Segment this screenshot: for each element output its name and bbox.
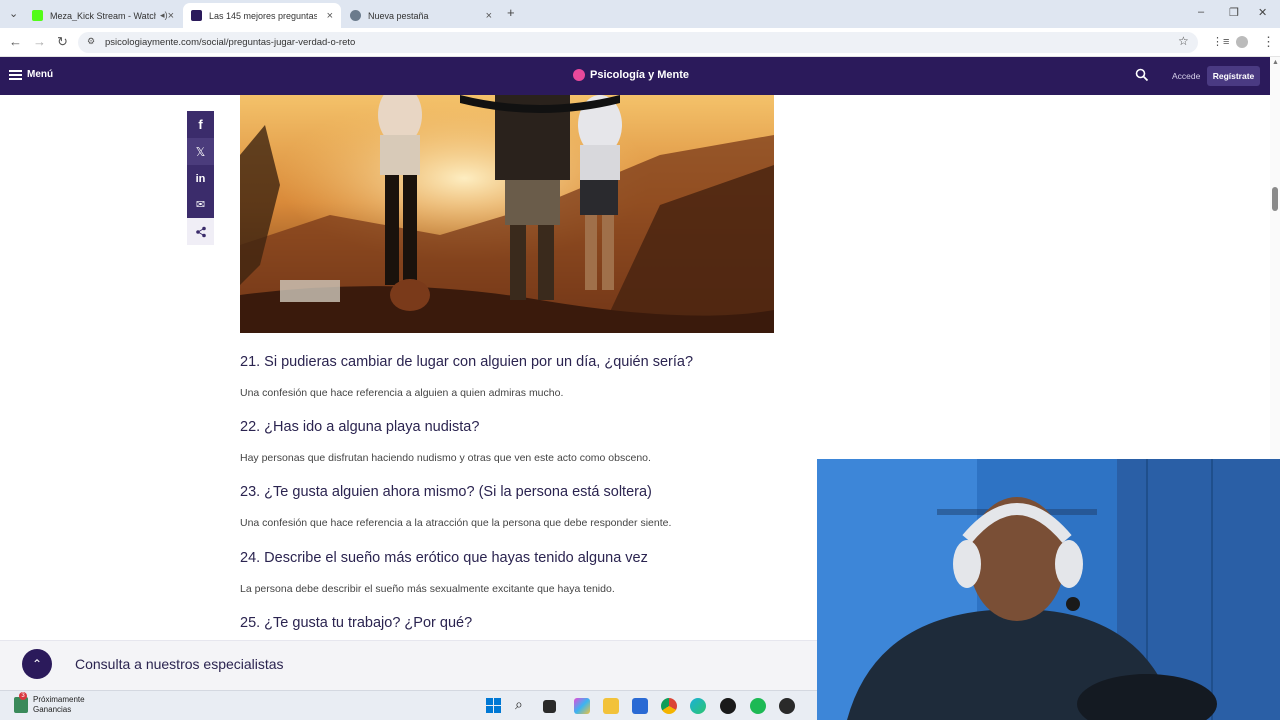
profile-avatar-icon[interactable] (1236, 36, 1248, 48)
spotify-icon[interactable] (750, 698, 766, 714)
close-window-icon[interactable]: ✕ (1258, 6, 1267, 19)
reload-icon[interactable]: ↻ (57, 34, 68, 50)
linkedin-icon: in (195, 172, 206, 185)
edge-icon[interactable] (690, 698, 706, 714)
close-tab-icon[interactable]: × (327, 10, 333, 22)
widget-subtitle: Ganancias (33, 705, 72, 714)
app-icon[interactable] (779, 698, 795, 714)
widget-info[interactable]: Próximamente Ganancias (33, 695, 85, 715)
widget-badge: 3 (19, 692, 27, 700)
address-toolbar: ← → ↻ ⚙ psicologiaymente.com/social/preg… (0, 28, 1280, 57)
browser-menu-icon[interactable]: ⋮ (1262, 34, 1275, 50)
tab-psicologia[interactable]: Las 145 mejores preguntas pa × (183, 3, 341, 28)
site-info-icon[interactable]: ⚙ (87, 36, 95, 47)
consult-expand-button[interactable]: ⌃ (22, 649, 52, 679)
scroll-up-icon[interactable]: ▲ (1272, 59, 1279, 66)
question-heading-25: 25. ¿Te gusta tu trabajo? ¿Por qué? (240, 615, 473, 631)
windows-start-icon[interactable] (486, 698, 501, 713)
url-bar[interactable]: ⚙ psicologiaymente.com/social/preguntas-… (78, 32, 1198, 53)
question-heading-23: 23. ¿Te gusta alguien ahora mismo? (Si l… (240, 484, 652, 500)
site-logo[interactable]: Psicología y Mente (573, 69, 689, 81)
question-heading-24: 24. Describe el sueño más erótico que ha… (240, 550, 648, 566)
question-body-22: Hay personas que disfrutan haciendo nudi… (240, 452, 651, 464)
site-header: Menú Psicología y Mente Accede Regístrat… (0, 57, 1270, 95)
consult-sticky-bar: ⌃ Consulta a nuestros especialistas (0, 640, 818, 690)
tab-label: Meza_Kick Stream - Watch (50, 10, 157, 21)
scroll-thumb[interactable] (1272, 187, 1278, 211)
windows-taskbar: 3 Próximamente Ganancias ⌕ (0, 690, 817, 720)
forward-arrow-icon[interactable]: → (33, 34, 46, 49)
login-link[interactable]: Accede (1172, 71, 1200, 81)
new-tab-favicon-icon (350, 10, 361, 21)
chevron-up-icon: ⌃ (31, 657, 43, 671)
brand-name: Psicología y Mente (590, 69, 690, 81)
close-tab-icon[interactable]: × (168, 10, 174, 22)
register-button[interactable]: Regístrate (1207, 66, 1260, 86)
question-body-21: Una confesión que hace referencia a algu… (240, 387, 564, 399)
question-heading-21: 21. Si pudieras cambiar de lugar con alg… (240, 354, 694, 370)
tab-kick-stream[interactable]: Meza_Kick Stream - Watch ◂) × (24, 3, 182, 28)
task-view-icon[interactable] (543, 700, 556, 713)
share-more-button[interactable] (187, 218, 214, 245)
share-x-button[interactable]: 𝕏 (187, 138, 214, 165)
email-icon: ✉ (195, 199, 206, 211)
tab-label: Las 145 mejores preguntas pa (209, 10, 317, 21)
x-icon: 𝕏 (195, 144, 206, 159)
menu-button[interactable]: Menú (9, 69, 53, 80)
search-icon[interactable] (1135, 68, 1149, 82)
maximize-icon[interactable]: ❐ (1229, 6, 1239, 19)
share-email-button[interactable]: ✉ (187, 191, 214, 218)
tab-list-chevron-icon[interactable]: ⌄ (9, 7, 18, 20)
chrome-icon[interactable] (661, 698, 677, 714)
consult-label[interactable]: Consulta a nuestros especialistas (75, 656, 284, 672)
tab-label: Nueva pestaña (368, 10, 429, 21)
media-player-icon[interactable] (720, 698, 736, 714)
taskbar-search-icon[interactable]: ⌕ (515, 696, 523, 713)
minimize-icon[interactable]: – (1198, 6, 1204, 18)
bookmark-star-icon[interactable]: ☆ (1178, 34, 1189, 48)
audio-icon[interactable]: ◂) (160, 10, 168, 21)
facebook-icon: f (198, 117, 203, 132)
psicologia-favicon-icon (191, 10, 202, 21)
brain-logo-icon (573, 69, 585, 81)
article-hero-image (240, 95, 774, 333)
extensions-icon[interactable]: ⋮≡ (1212, 35, 1229, 48)
menu-label: Menú (27, 69, 54, 80)
browser-tab-strip: ⌄ Meza_Kick Stream - Watch ◂) × Las 145 … (0, 0, 1280, 28)
kick-favicon-icon (32, 10, 43, 21)
file-explorer-icon[interactable] (603, 698, 619, 714)
share-facebook-button[interactable]: f (187, 111, 214, 138)
question-body-24: La persona debe describir el sueño más s… (240, 583, 615, 595)
hamburger-icon (9, 69, 22, 80)
widget-title: Próximamente (33, 695, 85, 704)
new-tab-plus-icon[interactable]: + (507, 5, 515, 20)
share-icon (195, 226, 206, 237)
question-heading-22: 22. ¿Has ido a alguna playa nudista? (240, 419, 480, 435)
webcam-overlay (817, 459, 1280, 720)
tab-new-tab[interactable]: Nueva pestaña × (342, 3, 500, 28)
close-tab-icon[interactable]: × (486, 10, 492, 22)
back-arrow-icon[interactable]: ← (9, 34, 22, 49)
question-body-23: Una confesión que hace referencia a la a… (240, 517, 672, 529)
url-text[interactable]: psicologiaymente.com/social/preguntas-ju… (105, 37, 355, 48)
copilot-icon[interactable] (574, 698, 590, 714)
store-icon[interactable] (632, 698, 648, 714)
share-linkedin-button[interactable]: in (187, 165, 214, 192)
